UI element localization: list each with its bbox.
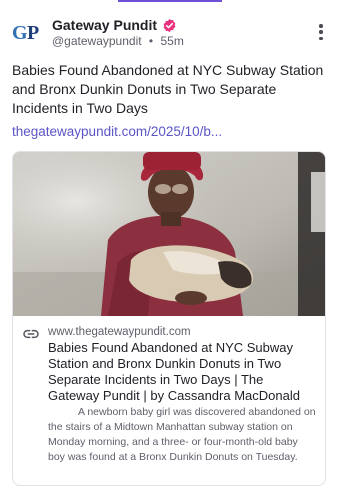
post-link[interactable]: thegatewaypundit.com/2025/10/b... bbox=[12, 124, 222, 139]
feed-post: G P Gateway Pundit @gatewaypundit • 55m … bbox=[0, 0, 338, 500]
avatar-letter-p: P bbox=[27, 22, 40, 44]
author-row: Gateway Pundit bbox=[52, 16, 177, 34]
more-vertical-icon-dot-1 bbox=[319, 24, 323, 28]
card-description: A newborn baby girl was discovered aband… bbox=[48, 406, 316, 463]
verified-badge-icon bbox=[163, 18, 176, 32]
more-vertical-icon-dot-2 bbox=[319, 30, 323, 34]
avatar-letter-g: G bbox=[12, 22, 28, 44]
more-vertical-icon-dot-3 bbox=[319, 36, 323, 40]
card-title[interactable]: Babies Found Abandoned at NYC Subway Sta… bbox=[48, 340, 310, 404]
author-handle[interactable]: @gatewaypundit bbox=[52, 34, 142, 48]
post-header: G P Gateway Pundit @gatewaypundit • 55m bbox=[12, 16, 328, 52]
preview-image[interactable] bbox=[13, 152, 325, 316]
author-name[interactable]: Gateway Pundit bbox=[52, 17, 157, 33]
post-time[interactable]: 55m bbox=[160, 34, 183, 48]
more-options-button[interactable] bbox=[314, 22, 328, 42]
card-domain: www.thegatewaypundit.com bbox=[48, 326, 191, 338]
meta-separator: • bbox=[148, 34, 154, 48]
link-icon bbox=[23, 329, 39, 339]
avatar[interactable]: G P bbox=[12, 18, 42, 48]
author-meta: @gatewaypundit • 55m bbox=[52, 34, 184, 48]
preview-photo-illustration bbox=[13, 152, 325, 316]
link-preview-card[interactable]: www.thegatewaypundit.com Babies Found Ab… bbox=[12, 151, 326, 486]
post-text: Babies Found Abandoned at NYC Subway Sta… bbox=[12, 62, 324, 116]
